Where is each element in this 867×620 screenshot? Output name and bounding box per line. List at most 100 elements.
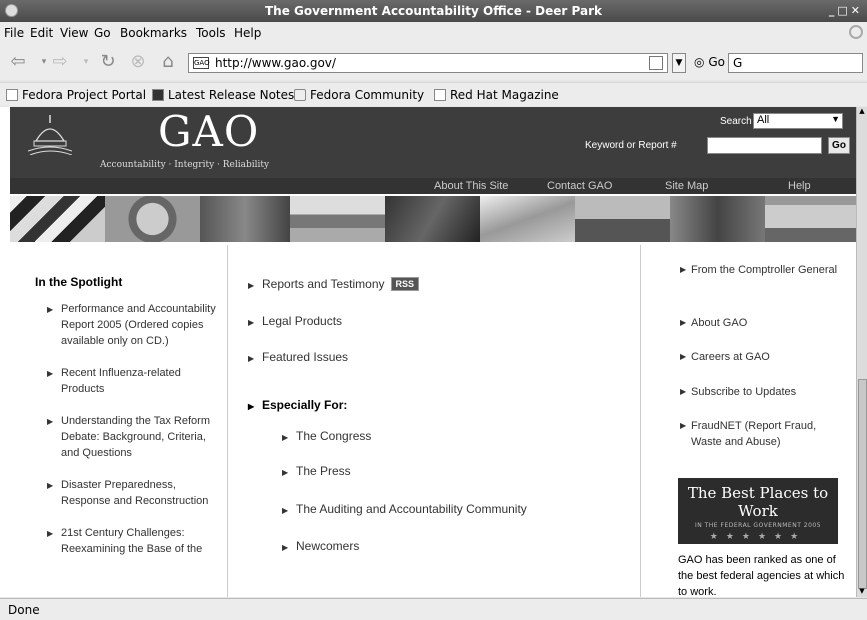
main-link-legal[interactable]: ▶ Legal Products: [248, 314, 342, 328]
sub-link-label[interactable]: The Auditing and Accountability Communit…: [296, 502, 527, 516]
bookmark-label: Latest Release Notes: [168, 88, 295, 102]
search-engine-icon[interactable]: G: [733, 56, 742, 70]
main-link-label[interactable]: Reports and Testimony: [262, 277, 385, 291]
especially-for-heading: ▶ Especially For:: [248, 398, 347, 412]
nav-help[interactable]: Help: [788, 180, 811, 192]
scrollbar-thumb[interactable]: [858, 379, 867, 589]
bookmark-redhat-magazine[interactable]: Red Hat Magazine: [434, 88, 559, 102]
capitol-dome-icon: [28, 115, 72, 155]
bullet-triangle-icon: ▶: [47, 481, 54, 490]
bookmark-release-notes[interactable]: Latest Release Notes: [152, 88, 294, 102]
sub-link-auditing[interactable]: ▶ The Auditing and Accountability Communi…: [282, 502, 527, 516]
menu-tools[interactable]: Tools: [196, 26, 226, 40]
spotlight-link[interactable]: Recent Influenza-related Products: [61, 367, 181, 395]
nav-site-map[interactable]: Site Map: [665, 180, 708, 192]
back-icon[interactable]: ⇦: [6, 51, 30, 73]
menu-bar: File Edit View Go Bookmarks Tools Help: [0, 22, 867, 44]
keyword-input[interactable]: [707, 137, 822, 154]
sub-link-label[interactable]: The Press: [296, 464, 351, 478]
gao-logo[interactable]: GAO: [158, 107, 259, 156]
menu-file[interactable]: File: [4, 26, 24, 40]
spotlight-item[interactable]: ▶ 21st Century Challenges: Reexamining th…: [35, 525, 225, 557]
spotlight-link[interactable]: Understanding the Tax Reform Debate: Bac…: [61, 415, 210, 459]
right-link-comptroller[interactable]: ▶ From the Comptroller General: [678, 262, 848, 278]
right-link-about[interactable]: ▶ About GAO: [678, 315, 848, 331]
photo-people: [670, 196, 765, 242]
menu-help[interactable]: Help: [234, 26, 261, 40]
go-button[interactable]: ◎ Go: [694, 55, 725, 69]
search-scope-select[interactable]: All ▼: [753, 113, 843, 129]
right-link-label[interactable]: Careers at GAO: [691, 351, 770, 363]
nav-contact-gao[interactable]: Contact GAO: [547, 180, 612, 192]
main-link-featured[interactable]: ▶ Featured Issues: [248, 350, 348, 364]
menu-bookmarks[interactable]: Bookmarks: [120, 26, 187, 40]
page-icon: [6, 89, 18, 101]
navigation-toolbar: ⇦ ▾ ⇨ ▾ ↻ ⊗ ⌂ GAO http://www.gao.gov/ ▼ …: [0, 44, 867, 80]
photo-banner: [10, 196, 856, 242]
spotlight-item[interactable]: ▶ Understanding the Tax Reform Debate: Ba…: [35, 413, 225, 461]
url-bar[interactable]: GAO http://www.gao.gov/: [188, 53, 668, 73]
nav-about-site[interactable]: About This Site: [434, 180, 508, 192]
best-places-banner[interactable]: The Best Places to Work IN THE FEDERAL G…: [678, 478, 838, 544]
right-link-careers[interactable]: ▶ Careers at GAO: [678, 349, 848, 365]
bookmarks-toolbar: Fedora Project Portal Latest Release Not…: [0, 82, 867, 106]
main-link-label[interactable]: Featured Issues: [262, 350, 348, 364]
right-link-label[interactable]: From the Comptroller General: [691, 264, 837, 276]
bullet-triangle-icon: ▶: [680, 387, 687, 396]
sub-link-label[interactable]: Newcomers: [296, 539, 359, 553]
rss-badge[interactable]: RSS: [390, 277, 420, 291]
spotlight-item[interactable]: ▶ Recent Influenza-related Products: [35, 365, 225, 397]
home-icon[interactable]: ⌂: [156, 51, 180, 73]
ranked-text: GAO has been ranked as one of the best f…: [678, 554, 845, 597]
right-link-label[interactable]: FraudNET (Report Fraud, Waste and Abuse): [691, 420, 816, 448]
forward-icon[interactable]: ⇨: [48, 51, 72, 73]
sub-link-press[interactable]: ▶ The Press: [282, 464, 351, 478]
menu-edit[interactable]: Edit: [30, 26, 53, 40]
spotlight-link[interactable]: Disaster Preparedness, Response and Reco…: [61, 479, 208, 507]
url-text[interactable]: http://www.gao.gov/: [215, 56, 336, 70]
main-link-reports[interactable]: ▶ Reports and Testimony RSS: [248, 277, 420, 291]
spotlight-column: In the Spotlight ▶ Performance and Accoun…: [35, 275, 225, 573]
main-link-label[interactable]: Legal Products: [262, 314, 342, 328]
vertical-scrollbar[interactable]: ▲ ▼: [856, 107, 867, 597]
window-controls[interactable]: _□✕: [829, 4, 863, 17]
bookmark-fedora-portal[interactable]: Fedora Project Portal: [6, 88, 146, 102]
spotlight-item[interactable]: ▶ Performance and Accountability Report 2…: [35, 301, 225, 349]
menu-view[interactable]: View: [60, 26, 88, 40]
search-scope-value: All: [757, 114, 770, 126]
search-go-button[interactable]: Go: [828, 137, 850, 154]
feed-icon[interactable]: [649, 56, 663, 70]
right-link-fraudnet[interactable]: ▶ FraudNET (Report Fraud, Waste and Abuse…: [678, 418, 848, 450]
maximize-icon[interactable]: □: [837, 4, 850, 17]
bullet-triangle-icon: ▶: [248, 318, 255, 327]
spotlight-link[interactable]: Performance and Accountability Report 20…: [61, 303, 216, 347]
bullet-triangle-icon: ▶: [680, 265, 687, 274]
url-history-dropdown[interactable]: ▼: [672, 53, 686, 73]
spotlight-item[interactable]: ▶ Disaster Preparedness, Response and Rec…: [35, 477, 225, 509]
scroll-up-icon[interactable]: ▲: [857, 107, 867, 117]
window-titlebar: The Government Accountability Office - D…: [0, 0, 867, 22]
right-link-subscribe[interactable]: ▶ Subscribe to Updates: [678, 384, 848, 400]
web-search-box[interactable]: G: [728, 53, 863, 73]
bookmark-fedora-community[interactable]: Fedora Community: [294, 88, 424, 102]
spotlight-link[interactable]: 21st Century Challenges: Reexamining the…: [61, 527, 202, 555]
menu-go[interactable]: Go: [94, 26, 111, 40]
right-link-label[interactable]: About GAO: [691, 317, 747, 329]
bullet-triangle-icon: ▶: [47, 417, 54, 426]
photo-hands: [385, 196, 480, 242]
sub-link-label[interactable]: The Congress: [296, 429, 371, 443]
sub-link-congress[interactable]: ▶ The Congress: [282, 429, 371, 443]
reload-icon[interactable]: ↻: [96, 51, 120, 73]
right-link-label[interactable]: Subscribe to Updates: [691, 386, 796, 398]
window-title: The Government Accountability Office - D…: [265, 4, 602, 18]
scroll-down-icon[interactable]: ▼: [857, 587, 867, 597]
page-viewport: GAO Accountability · Integrity · Reliabi…: [0, 107, 856, 597]
photo-capitol: [765, 196, 856, 242]
forward-dropdown-icon[interactable]: ▾: [74, 57, 98, 79]
close-icon[interactable]: ✕: [851, 4, 863, 17]
stop-icon[interactable]: ⊗: [126, 51, 150, 73]
bullet-triangle-icon: ▶: [680, 421, 687, 430]
folder-icon: [294, 89, 306, 101]
bullet-triangle-icon: ▶: [248, 354, 255, 363]
sub-link-newcomers[interactable]: ▶ Newcomers: [282, 539, 359, 553]
